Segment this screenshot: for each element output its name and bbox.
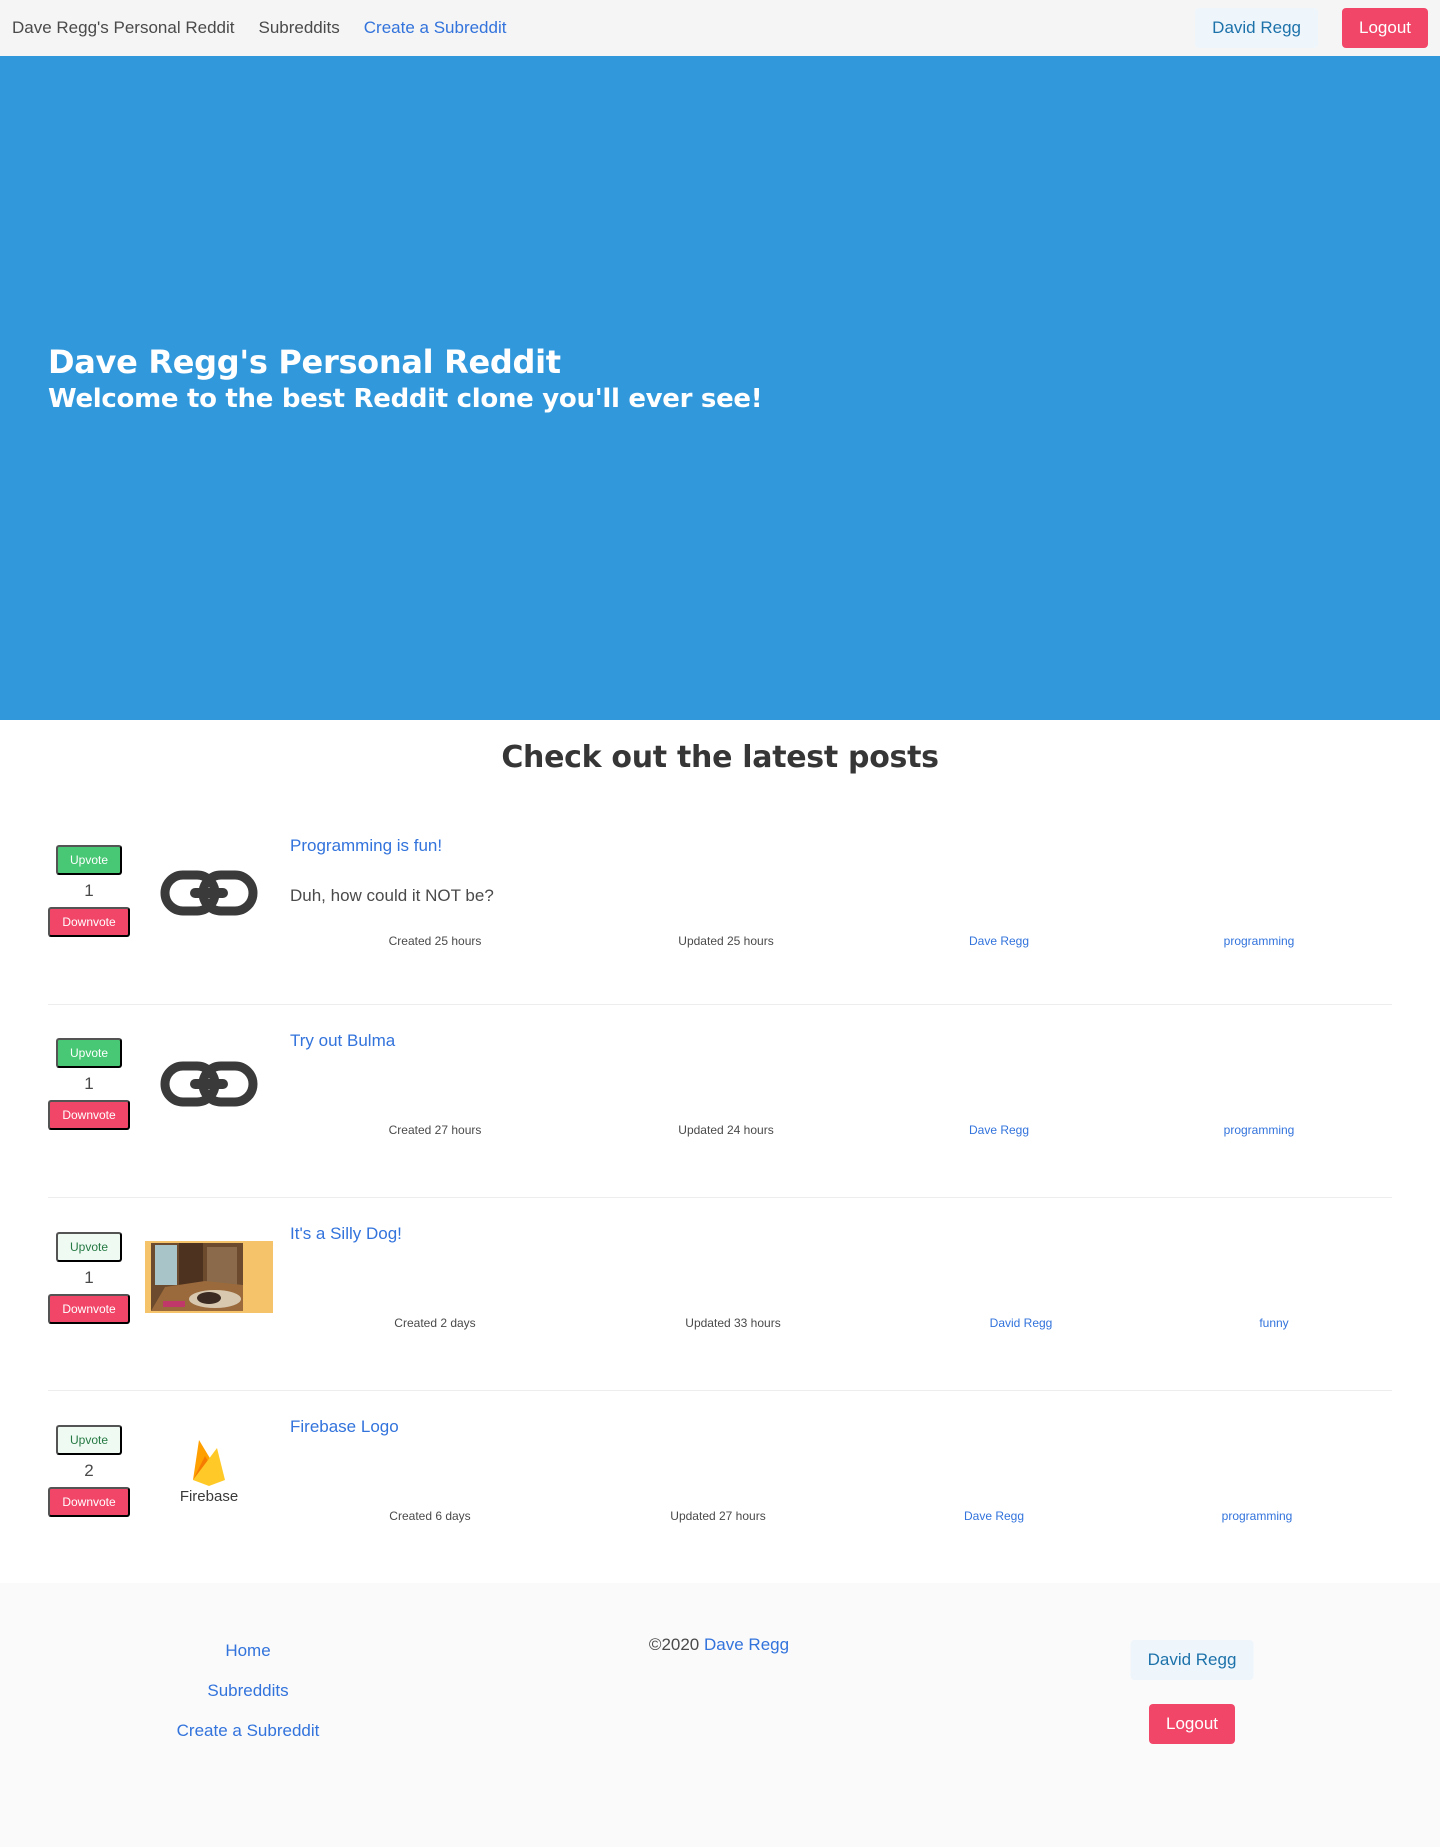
post-author[interactable]: Dave Regg [969, 934, 1029, 948]
link-icon[interactable] [145, 857, 273, 929]
post-title[interactable]: Programming is fun! [290, 836, 442, 856]
post-updated: Updated 33 hours [685, 1316, 781, 1330]
footer-link-create-subreddit[interactable]: Create a Subreddit [177, 1721, 320, 1741]
post-updated: Updated 27 hours [670, 1509, 766, 1523]
downvote-button[interactable]: Downvote [48, 1294, 130, 1324]
firebase-logo-text: Firebase [179, 1487, 239, 1505]
footer-logout-button[interactable]: Logout [1149, 1704, 1235, 1744]
hero-title: Dave Regg's Personal Reddit [48, 343, 561, 381]
navbar-brand[interactable]: Dave Regg's Personal Reddit [0, 0, 246, 56]
vote-score: 1 [84, 1268, 94, 1287]
post-card: Upvote 2 Downvote Firebase Firebase Logo… [48, 1391, 1392, 1584]
post-card: Upvote 1 Downvote Programming is fun! Du… [48, 812, 1392, 1005]
post-card: Upvote 1 Downvote Try out Bulma Created … [48, 1005, 1392, 1198]
post-updated: Updated 24 hours [678, 1123, 774, 1137]
user-button[interactable]: David Regg [1195, 8, 1318, 48]
post-author[interactable]: David Regg [990, 1316, 1053, 1330]
upvote-button[interactable]: Upvote [56, 1232, 122, 1262]
post-created: Created 27 hours [388, 1123, 482, 1137]
navbar: Dave Regg's Personal Reddit Subreddits C… [0, 0, 1440, 56]
logout-button[interactable]: Logout [1342, 8, 1428, 48]
post-updated: Updated 25 hours [678, 934, 774, 948]
nav-subreddits[interactable]: Subreddits [246, 0, 351, 56]
vote-score: 1 [84, 881, 94, 900]
post-subreddit[interactable]: funny [1259, 1316, 1288, 1330]
downvote-button[interactable]: Downvote [48, 1487, 130, 1517]
firebase-flame-icon [193, 1439, 225, 1486]
vote-controls: Upvote 1 Downvote [48, 1232, 130, 1324]
navbar-left: Dave Regg's Personal Reddit Subreddits C… [0, 0, 518, 56]
firebase-logo[interactable]: Firebase [145, 1434, 273, 1506]
vote-score: 2 [84, 1461, 94, 1480]
footer: Home Subreddits Create a Subreddit ©2020… [0, 1583, 1440, 1847]
vote-controls: Upvote 1 Downvote [48, 1038, 130, 1130]
copyright-author-link[interactable]: Dave Regg [704, 1635, 789, 1654]
upvote-button[interactable]: Upvote [56, 1425, 122, 1455]
hero-banner: Dave Regg's Personal Reddit Welcome to t… [0, 56, 1440, 720]
downvote-button[interactable]: Downvote [48, 1100, 130, 1130]
vote-controls: Upvote 1 Downvote [48, 845, 130, 937]
dog-photo[interactable] [145, 1241, 273, 1313]
post-subreddit[interactable]: programming [1224, 934, 1295, 948]
footer-link-subreddits[interactable]: Subreddits [207, 1681, 288, 1701]
upvote-button[interactable]: Upvote [56, 1038, 122, 1068]
post-author[interactable]: Dave Regg [964, 1509, 1024, 1523]
copyright-text: ©2020 [648, 1635, 700, 1654]
navbar-right: David Regg Logout [1195, 0, 1428, 56]
downvote-button[interactable]: Downvote [48, 907, 130, 937]
footer-user-button[interactable]: David Regg [1130, 1640, 1254, 1680]
post-title[interactable]: It's a Silly Dog! [290, 1224, 402, 1244]
latest-posts-heading: Check out the latest posts [501, 740, 939, 775]
post-title[interactable]: Try out Bulma [290, 1031, 395, 1051]
link-icon[interactable] [145, 1048, 273, 1120]
vote-controls: Upvote 2 Downvote [48, 1425, 130, 1517]
footer-copyright: ©2020 Dave Regg [649, 1635, 789, 1655]
hero-subtitle: Welcome to the best Reddit clone you'll … [48, 384, 763, 414]
post-subreddit[interactable]: programming [1224, 1123, 1295, 1137]
post-author[interactable]: Dave Regg [969, 1123, 1029, 1137]
post-created: Created 25 hours [388, 934, 482, 948]
post-body: Duh, how could it NOT be? [290, 886, 494, 905]
post-title[interactable]: Firebase Logo [290, 1417, 399, 1437]
post-card: Upvote 1 Downvote It's a Silly Dog! Crea… [48, 1198, 1392, 1391]
post-subreddit[interactable]: programming [1222, 1509, 1293, 1523]
post-created: Created 2 days [394, 1316, 476, 1330]
nav-create-subreddit[interactable]: Create a Subreddit [352, 0, 519, 56]
footer-link-home[interactable]: Home [225, 1641, 270, 1661]
post-created: Created 6 days [389, 1509, 471, 1523]
upvote-button[interactable]: Upvote [56, 845, 122, 875]
vote-score: 1 [84, 1074, 94, 1093]
